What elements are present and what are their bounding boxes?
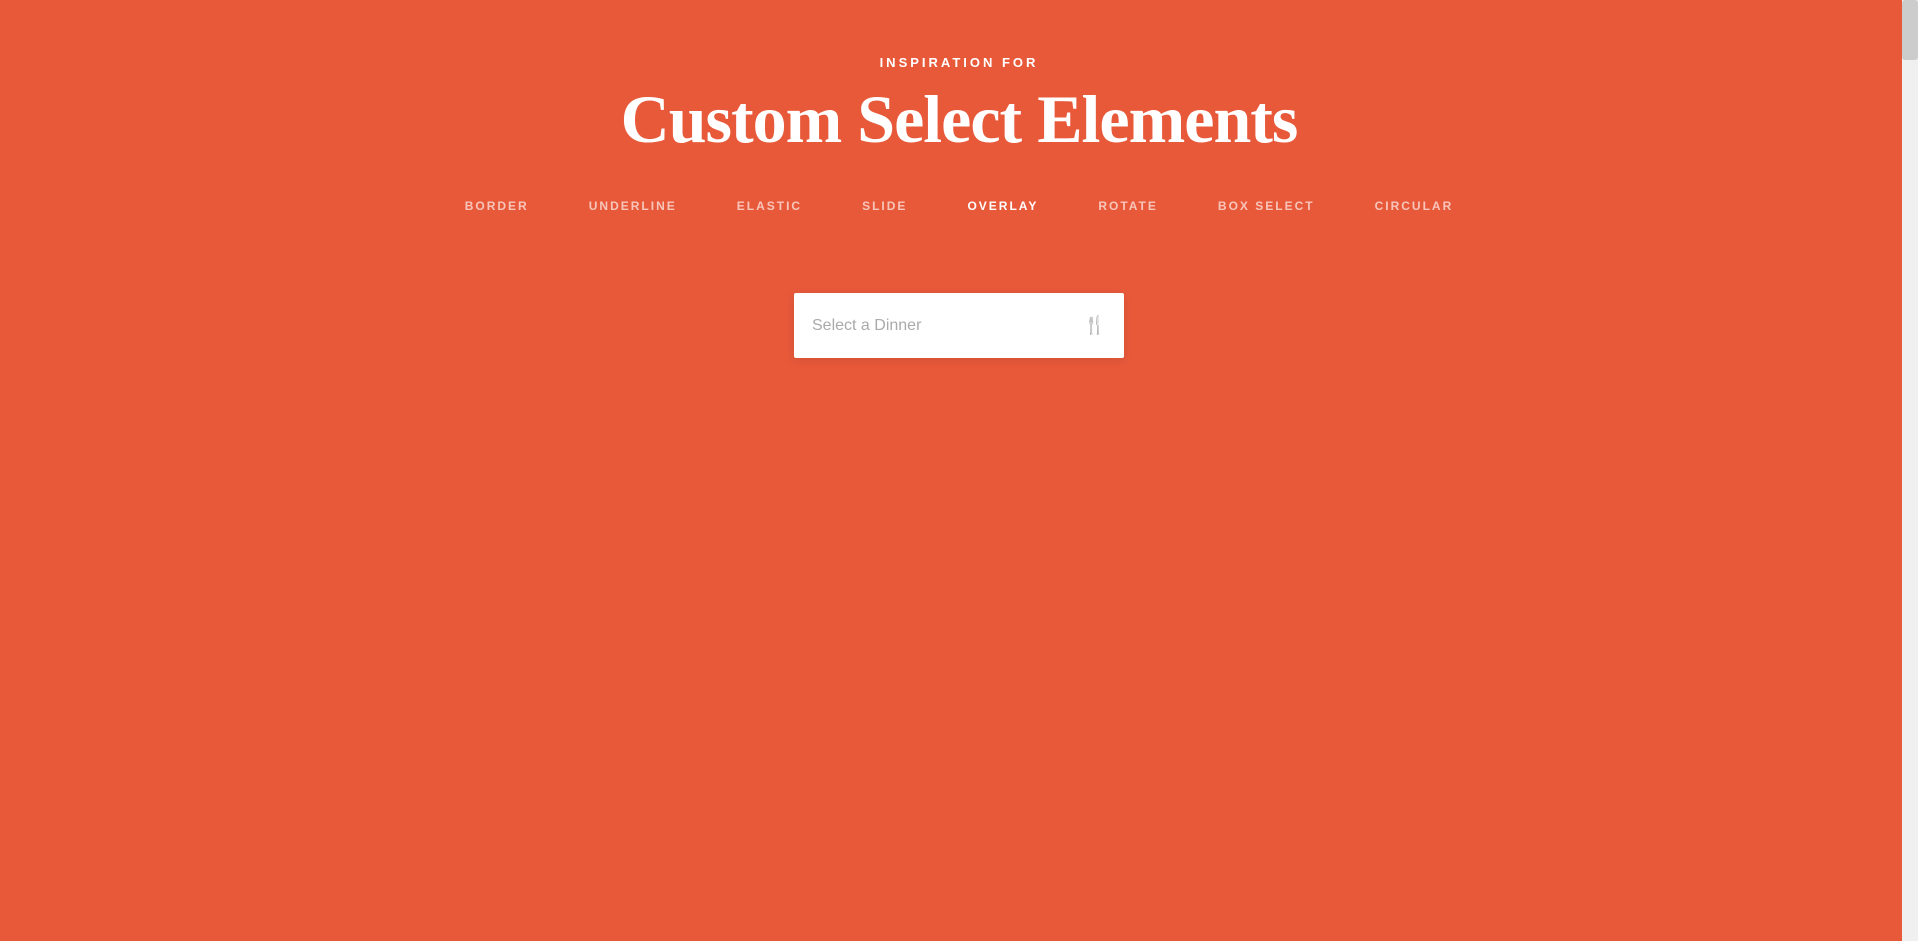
select-placeholder-text: Select a Dinner — [812, 317, 921, 335]
nav-item-elastic[interactable]: ELASTIC — [737, 199, 802, 213]
scrollbar-thumb[interactable] — [1902, 0, 1918, 60]
nav-item-underline[interactable]: UNDERLINE — [589, 199, 677, 213]
page-title: Custom Select Elements — [621, 80, 1298, 159]
fork-knife-icon: 🍴 — [1084, 315, 1106, 336]
nav-item-box-select[interactable]: BOX SELECT — [1218, 199, 1315, 213]
navigation-bar: BORDER UNDERLINE ELASTIC SLIDE OVERLAY R… — [465, 199, 1454, 213]
page-subtitle: INSPIRATION FOR — [880, 55, 1039, 70]
nav-item-rotate[interactable]: ROTATE — [1098, 199, 1158, 213]
main-container: INSPIRATION FOR Custom Select Elements B… — [0, 0, 1918, 941]
scrollbar-track[interactable] — [1902, 0, 1918, 941]
dinner-select[interactable]: Select a Dinner 🍴 — [794, 293, 1124, 358]
nav-item-circular[interactable]: CIRCULAR — [1375, 199, 1454, 213]
nav-item-border[interactable]: BORDER — [465, 199, 529, 213]
nav-item-slide[interactable]: SLIDE — [862, 199, 907, 213]
nav-item-overlay[interactable]: OVERLAY — [967, 199, 1038, 213]
